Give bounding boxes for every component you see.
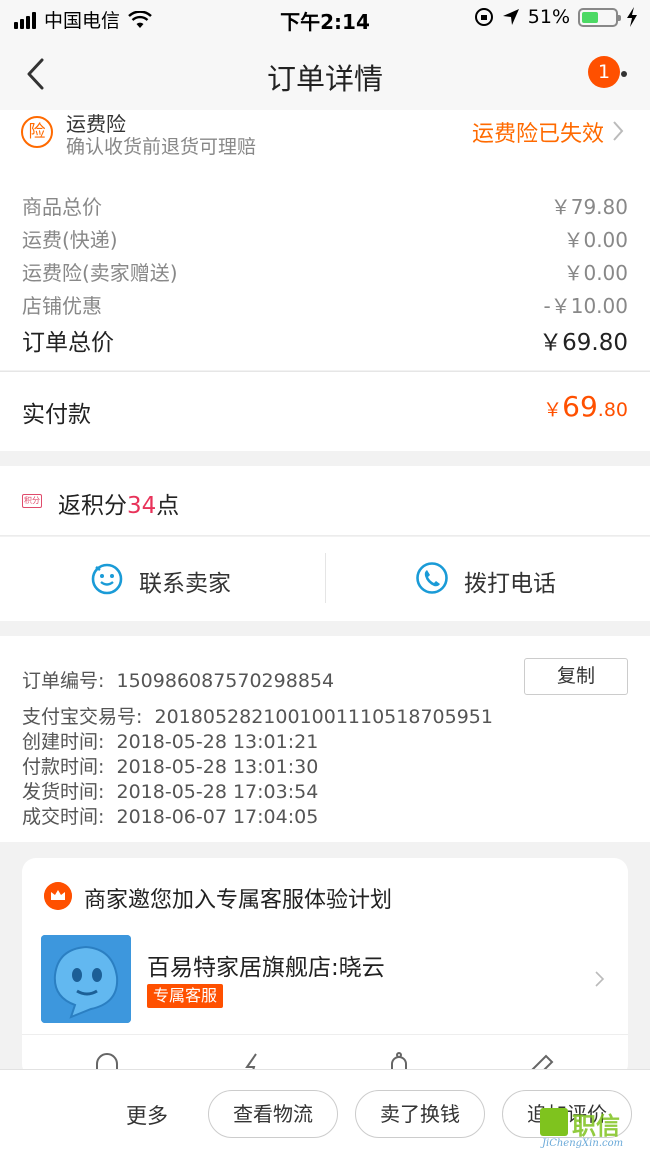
copy-button[interactable]: 复制 bbox=[524, 658, 628, 695]
shipped-time-row: 发货时间: 2018-05-28 17:03:54 bbox=[22, 777, 318, 804]
paid-time-label: 付款时间: bbox=[22, 756, 105, 778]
created-time-value: 2018-05-28 13:01:21 bbox=[116, 731, 319, 753]
points-prefix: 返积分 bbox=[58, 493, 127, 519]
completed-time-value: 2018-06-07 17:04:05 bbox=[116, 806, 319, 828]
location-icon bbox=[502, 9, 519, 25]
shipping-insurance[interactable]: 险 运费险 确认收货前退货可理赔 运费险已失效 bbox=[0, 110, 650, 170]
shipped-time-value: 2018-05-28 17:03:54 bbox=[116, 781, 319, 803]
alipay-row: 支付宝交易号: 2018052821001001110518705951 bbox=[22, 702, 493, 729]
order-total-label: 订单总价 bbox=[22, 330, 114, 356]
price-value: ￥0.00 bbox=[563, 228, 628, 252]
amount-paid-value: ￥69.80 bbox=[543, 390, 628, 423]
amount-paid: 实付款 ￥69.80 bbox=[0, 371, 650, 451]
smile-icon bbox=[91, 563, 123, 595]
amount-paid-label: 实付款 bbox=[22, 402, 91, 428]
created-time-label: 创建时间: bbox=[22, 731, 105, 753]
contact-seller-button[interactable]: 联系卖家 bbox=[0, 537, 325, 621]
price-label: 运费险(卖家赠送) bbox=[22, 261, 178, 285]
points-suffix: 点 bbox=[156, 493, 180, 519]
completed-time-label: 成交时间: bbox=[22, 806, 105, 828]
wangwang-avatar-icon bbox=[41, 935, 131, 1023]
order-number-value[interactable]: 150986087570298854 bbox=[117, 670, 335, 692]
battery-icon bbox=[578, 7, 621, 27]
price-label: 店铺优惠 bbox=[22, 294, 102, 318]
insurance-icon: 险 bbox=[21, 116, 53, 148]
status-bar: 中国电信 下午2:14 51% bbox=[0, 0, 650, 40]
created-time-row: 创建时间: 2018-05-28 13:01:21 bbox=[22, 727, 318, 754]
paid-time-row: 付款时间: 2018-05-28 13:01:30 bbox=[22, 752, 318, 779]
insurance-subtitle: 确认收货前退货可理赔 bbox=[66, 136, 257, 158]
price-summary: 商品总价 ￥79.80 运费(快递) ￥0.00 运费险(卖家赠送) ￥0.00… bbox=[0, 170, 650, 370]
points-icon: 积分 bbox=[22, 494, 42, 508]
avatar[interactable] bbox=[41, 935, 131, 1023]
more-button[interactable]: 1 bbox=[588, 56, 632, 92]
points-value: 34 bbox=[127, 493, 157, 519]
call-phone-label: 拨打电话 bbox=[464, 571, 556, 597]
contact-bar: 联系卖家 拨打电话 bbox=[0, 537, 650, 621]
amount-integer: 69 bbox=[562, 390, 598, 423]
exclusive-service-card: 商家邀您加入专属客服体验计划 百易特家居旗舰店:晓云 专属客服 bbox=[22, 858, 628, 1078]
orientation-lock-icon bbox=[474, 8, 493, 26]
shipped-time-label: 发货时间: bbox=[22, 781, 105, 803]
site-watermark: 职信 JiChengXin.com bbox=[528, 1104, 648, 1154]
battery-percent: 51% bbox=[527, 6, 570, 28]
more-button[interactable]: 更多 bbox=[126, 1100, 168, 1130]
reward-points: 积分 返积分34点 bbox=[0, 466, 650, 536]
price-value: -￥10.00 bbox=[543, 294, 628, 318]
order-total-value: ￥69.80 bbox=[539, 330, 628, 356]
watermark-text: 职信 bbox=[572, 1112, 620, 1140]
price-value: ￥0.00 bbox=[563, 261, 628, 285]
notification-badge: 1 bbox=[588, 56, 620, 88]
alipay-value: 2018052821001001110518705951 bbox=[154, 706, 493, 728]
completed-time-row: 成交时间: 2018-06-07 17:04:05 bbox=[22, 802, 318, 829]
phone-icon bbox=[416, 562, 448, 594]
sell-for-cash-button[interactable]: 卖了换钱 bbox=[355, 1090, 485, 1138]
chevron-right-icon bbox=[613, 121, 624, 141]
alipay-label: 支付宝交易号: bbox=[22, 706, 143, 728]
service-agent-name[interactable]: 百易特家居旗舰店:晓云 bbox=[147, 948, 385, 982]
charging-icon bbox=[627, 7, 637, 27]
contact-seller-label: 联系卖家 bbox=[139, 571, 231, 597]
crown-icon bbox=[44, 882, 72, 910]
chevron-right-icon[interactable] bbox=[594, 970, 606, 988]
service-tag: 专属客服 bbox=[147, 984, 224, 1008]
amount-decimal: .80 bbox=[597, 399, 628, 421]
view-logistics-button[interactable]: 查看物流 bbox=[208, 1090, 338, 1138]
points-text: 返积分34点 bbox=[58, 486, 179, 520]
page-title: 订单详情 bbox=[266, 62, 383, 96]
divider bbox=[22, 1034, 628, 1035]
service-title: 商家邀您加入专属客服体验计划 bbox=[84, 888, 393, 913]
call-phone-button[interactable]: 拨打电话 bbox=[326, 537, 650, 621]
paid-time-value: 2018-05-28 13:01:30 bbox=[116, 756, 319, 778]
order-number-label: 订单编号: bbox=[22, 670, 105, 692]
price-label: 运费(快递) bbox=[22, 228, 118, 252]
currency-symbol: ￥ bbox=[543, 399, 563, 421]
order-number-row: 订单编号: 150986087570298854 bbox=[22, 666, 334, 693]
price-label: 商品总价 bbox=[22, 195, 102, 219]
order-info: 订单编号: 150986087570298854 复制 支付宝交易号: 2018… bbox=[0, 636, 650, 842]
price-value: ￥79.80 bbox=[550, 195, 628, 219]
watermark-url: JiChengXin.com bbox=[542, 1138, 624, 1149]
nav-bar: 订单详情 1 bbox=[0, 40, 650, 110]
watermark-logo-icon bbox=[540, 1108, 568, 1136]
insurance-status: 运费险已失效 bbox=[471, 122, 604, 147]
